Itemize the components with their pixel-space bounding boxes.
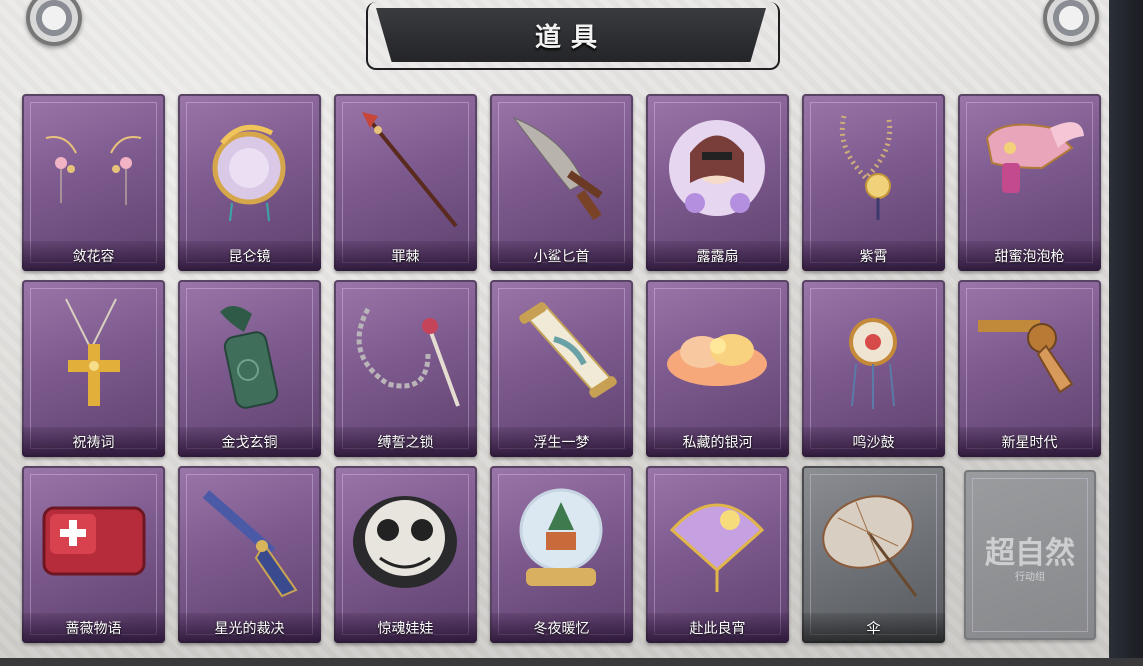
bottom-edge: [0, 658, 1143, 666]
item-card[interactable]: 新星时代: [958, 280, 1101, 457]
item-label: 蔷薇物语: [22, 613, 165, 643]
item-label: 赴此良宵: [646, 613, 789, 643]
umbrella-icon: [816, 476, 931, 604]
page-title: 道具: [534, 22, 607, 53]
item-card[interactable]: 缚誓之锁: [334, 280, 477, 457]
snow-globe-icon: [504, 476, 619, 604]
spear-icon: [348, 104, 463, 232]
item-label: 露露扇: [646, 241, 789, 271]
cloud-icon: [660, 290, 775, 418]
mirror-icon: [192, 104, 307, 232]
item-card[interactable]: 露露扇: [646, 94, 789, 271]
item-card[interactable]: 罪棘: [334, 94, 477, 271]
item-label: 私藏的银河: [646, 427, 789, 457]
item-label: 甜蜜泡泡枪: [958, 241, 1101, 271]
scroll-icon: [504, 290, 619, 418]
item-card[interactable]: 祝祷词: [22, 280, 165, 457]
item-card[interactable]: 冬夜暖忆: [490, 466, 633, 643]
locked-slot-text: 超自然: [985, 536, 1075, 571]
item-card[interactable]: 惊魂娃娃: [334, 466, 477, 643]
item-card[interactable]: 星光的裁决: [178, 466, 321, 643]
item-card[interactable]: 昆仑镜: [178, 94, 321, 271]
item-card[interactable]: 蔷薇物语: [22, 466, 165, 643]
medkit-icon: [36, 476, 151, 604]
item-label: 祝祷词: [22, 427, 165, 457]
item-label: 小鲨匕首: [490, 241, 633, 271]
item-card[interactable]: 敛花容: [22, 94, 165, 271]
item-label: 惊魂娃娃: [334, 613, 477, 643]
item-label: 伞: [802, 613, 945, 643]
locked-slot: 超自然 行动组: [964, 470, 1096, 640]
item-card[interactable]: 赴此良宵: [646, 466, 789, 643]
skull-doll-icon: [348, 476, 463, 604]
item-card[interactable]: 鸣沙鼓: [802, 280, 945, 457]
girl-fan-icon: [660, 104, 775, 232]
item-label: 敛花容: [22, 241, 165, 271]
flintlock-icon: [192, 476, 307, 604]
item-label: 昆仑镜: [178, 241, 321, 271]
item-label: 浮生一梦: [490, 427, 633, 457]
shark-dagger-icon: [504, 104, 619, 232]
beads-icon: [816, 104, 931, 232]
item-card[interactable]: 甜蜜泡泡枪: [958, 94, 1101, 271]
item-label: 冬夜暖忆: [490, 613, 633, 643]
hairpin-icon: [36, 104, 151, 232]
right-edge: [1109, 0, 1143, 666]
item-card[interactable]: 伞: [802, 466, 945, 643]
item-card[interactable]: 金戈玄铜: [178, 280, 321, 457]
cross-icon: [36, 290, 151, 418]
item-label: 罪棘: [334, 241, 477, 271]
locked-slot-subtext: 行动组: [1015, 572, 1045, 583]
bubble-gun-icon: [972, 104, 1087, 232]
item-label: 缚誓之锁: [334, 427, 477, 457]
item-card[interactable]: 浮生一梦: [490, 280, 633, 457]
item-label: 金戈玄铜: [178, 427, 321, 457]
chain-icon: [348, 290, 463, 418]
bronze-grenade-icon: [192, 290, 307, 418]
revolver-icon: [972, 290, 1087, 418]
item-card[interactable]: 私藏的银河: [646, 280, 789, 457]
item-label: 新星时代: [958, 427, 1101, 457]
item-card[interactable]: 小鲨匕首: [490, 94, 633, 271]
golden-fan-icon: [660, 476, 775, 604]
item-label: 紫霄: [802, 241, 945, 271]
drum-icon: [816, 290, 931, 418]
item-card[interactable]: 紫霄: [802, 94, 945, 271]
item-label: 星光的裁决: [178, 613, 321, 643]
item-label: 鸣沙鼓: [802, 427, 945, 457]
